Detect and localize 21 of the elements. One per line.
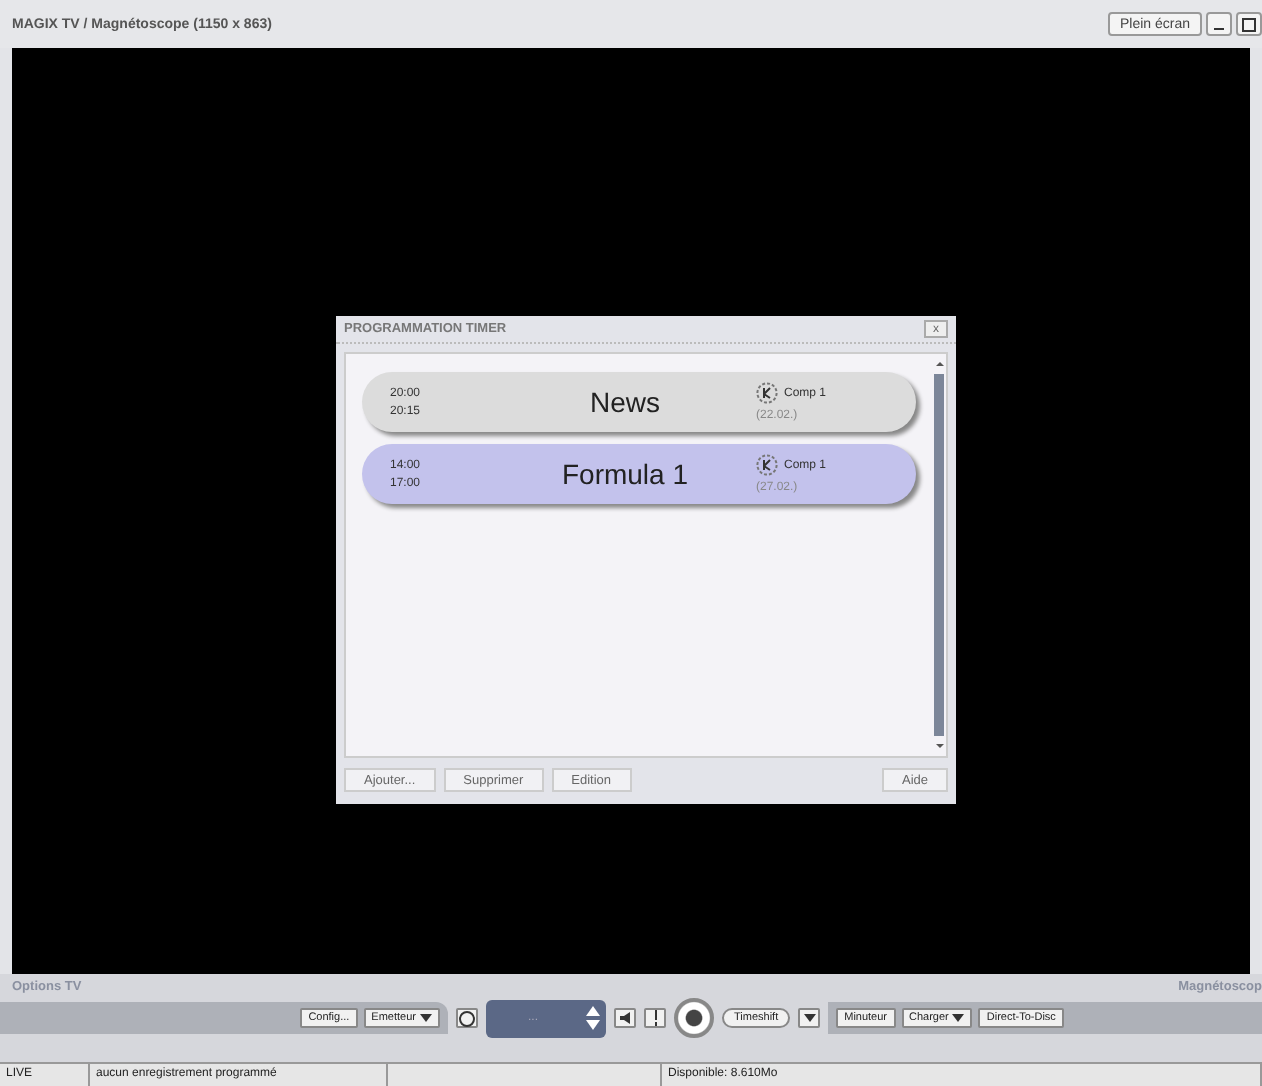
caret-icon xyxy=(952,1014,965,1022)
dropdown-button[interactable] xyxy=(798,1008,821,1028)
volume-button[interactable] xyxy=(614,1008,636,1028)
down-arrow-icon[interactable] xyxy=(586,1020,600,1030)
program-name: News xyxy=(587,386,662,418)
caret-icon xyxy=(420,1014,432,1022)
program-name: Formula 1 xyxy=(559,458,691,490)
info-button[interactable] xyxy=(644,1008,666,1028)
maximize-icon xyxy=(1242,17,1256,31)
scroll-down-icon[interactable] xyxy=(933,740,945,752)
power-button[interactable] xyxy=(456,1008,478,1028)
up-arrow-icon[interactable] xyxy=(586,1006,600,1016)
scroll-thumb[interactable] xyxy=(934,374,944,736)
scroll-up-icon[interactable] xyxy=(933,358,945,370)
circle-icon xyxy=(458,1009,476,1027)
record-button[interactable] xyxy=(674,998,714,1038)
minimize-button[interactable] xyxy=(1206,12,1232,36)
exclamation-icon xyxy=(649,1010,661,1026)
caret-icon xyxy=(803,1014,816,1022)
speaker-icon xyxy=(617,1010,633,1026)
maximize-button[interactable] xyxy=(1236,12,1262,36)
